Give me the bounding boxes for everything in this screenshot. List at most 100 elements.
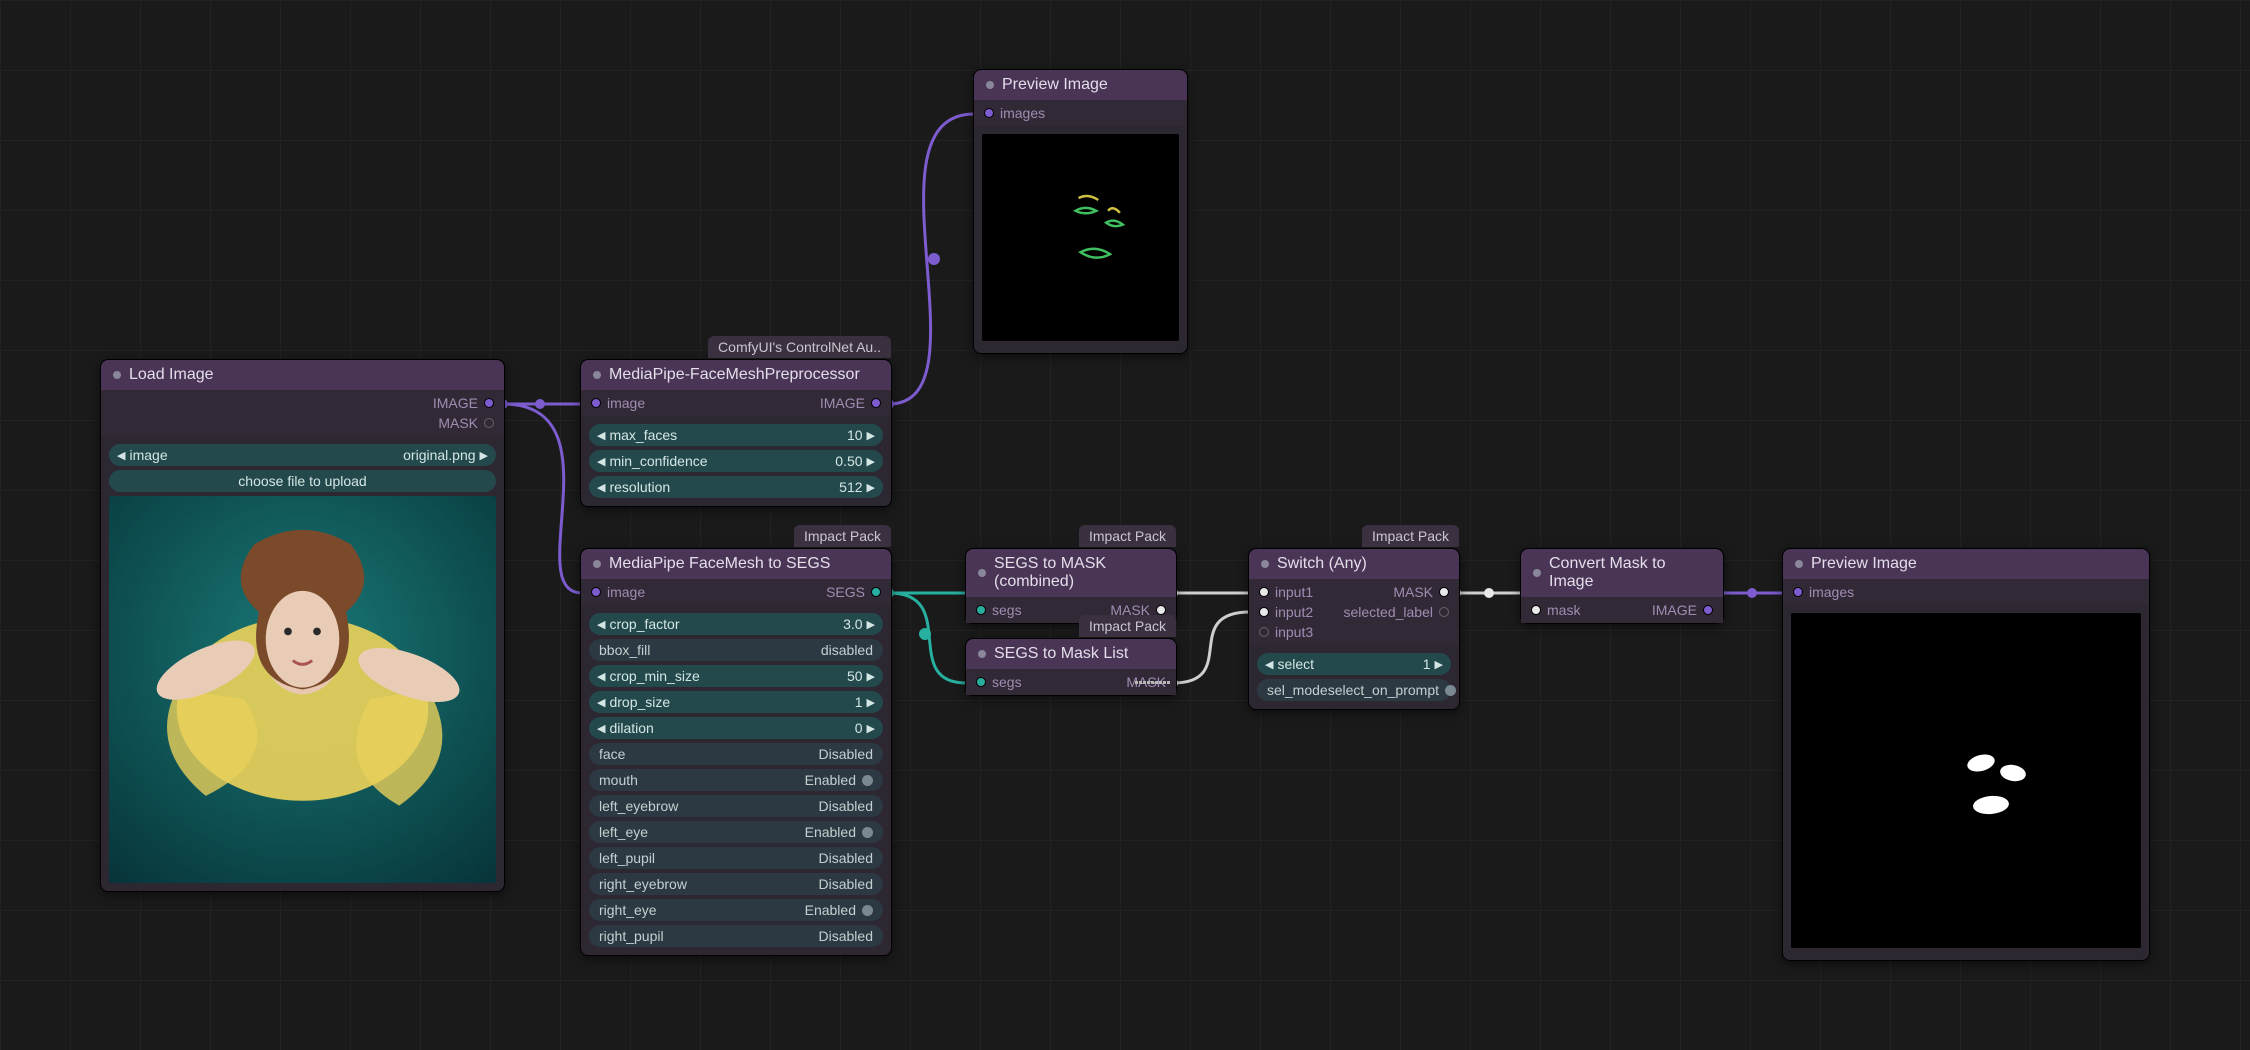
node-preview-image-right[interactable]: Preview Image images bbox=[1782, 548, 2150, 961]
output-port-mask[interactable] bbox=[1439, 587, 1449, 597]
chevron-right-icon[interactable]: ▶ bbox=[867, 722, 875, 735]
node-badge: Impact Pack bbox=[1079, 615, 1176, 637]
chevron-left-icon[interactable]: ◀ bbox=[597, 696, 605, 709]
node-segs-to-mask-list[interactable]: Impact Pack SEGS to Mask List segs MASK bbox=[965, 638, 1177, 696]
port-label: image bbox=[607, 584, 645, 600]
upload-button[interactable]: choose file to upload bbox=[109, 470, 496, 492]
param-value: original.png bbox=[403, 447, 475, 463]
chevron-left-icon[interactable]: ◀ bbox=[597, 670, 605, 683]
chevron-right-icon[interactable]: ▶ bbox=[867, 481, 875, 494]
node-graph-canvas[interactable]: Load Image IMAGE MASK ◀ image original.p… bbox=[0, 0, 2250, 1050]
node-load-image[interactable]: Load Image IMAGE MASK ◀ image original.p… bbox=[100, 359, 505, 892]
node-badge: Impact Pack bbox=[1362, 525, 1459, 547]
param-bbox-fill[interactable]: bbox_filldisabled bbox=[589, 639, 883, 661]
output-port-image[interactable] bbox=[871, 398, 881, 408]
port-label: mask bbox=[1547, 602, 1580, 618]
param-max-faces[interactable]: ◀max_faces10▶ bbox=[589, 424, 883, 446]
node-title[interactable]: Convert Mask to Image bbox=[1521, 549, 1723, 597]
chevron-right-icon[interactable]: ▶ bbox=[1435, 658, 1443, 671]
chevron-left-icon[interactable]: ◀ bbox=[597, 429, 605, 442]
node-facemesh-preprocessor[interactable]: ComfyUI's ControlNet Au.. MediaPipe-Face… bbox=[580, 359, 892, 507]
input-port-mask[interactable] bbox=[1531, 605, 1541, 615]
node-preview-image-top[interactable]: Preview Image images bbox=[973, 69, 1188, 354]
chevron-left-icon[interactable]: ◀ bbox=[597, 481, 605, 494]
toggle-right-eye[interactable]: right_eyeEnabled bbox=[589, 899, 883, 921]
toggle-face[interactable]: faceDisabled bbox=[589, 743, 883, 765]
input-port-images[interactable] bbox=[1793, 587, 1803, 597]
port-label: input3 bbox=[1275, 624, 1313, 640]
input-port-input1[interactable] bbox=[1259, 587, 1269, 597]
node-title[interactable]: SEGS to MASK (combined) bbox=[966, 549, 1176, 597]
node-title[interactable]: Preview Image bbox=[1783, 549, 2149, 579]
output-port-mask[interactable] bbox=[1156, 605, 1166, 615]
node-facemesh-to-segs[interactable]: Impact Pack MediaPipe FaceMesh to SEGS i… bbox=[580, 548, 892, 956]
param-value: select_on_prompt bbox=[1328, 682, 1439, 698]
output-port-mask-multi[interactable] bbox=[1135, 681, 1170, 684]
param-select[interactable]: ◀select1▶ bbox=[1257, 653, 1451, 675]
param-label: mouth bbox=[599, 772, 638, 788]
chevron-right-icon[interactable]: ▶ bbox=[867, 429, 875, 442]
node-title[interactable]: SEGS to Mask List bbox=[966, 639, 1176, 669]
param-image-select[interactable]: ◀ image original.png ▶ bbox=[109, 444, 496, 466]
param-sel-mode[interactable]: sel_modeselect_on_prompt bbox=[1257, 679, 1451, 701]
input-port-images[interactable] bbox=[984, 108, 994, 118]
port-label: input2 bbox=[1275, 604, 1313, 620]
toggle-indicator bbox=[862, 827, 873, 838]
node-segs-to-mask-combined[interactable]: Impact Pack SEGS to MASK (combined) segs… bbox=[965, 548, 1177, 624]
output-port-image[interactable] bbox=[484, 398, 494, 408]
param-label: image bbox=[129, 447, 167, 463]
chevron-right-icon[interactable]: ▶ bbox=[867, 618, 875, 631]
param-value: Disabled bbox=[819, 928, 873, 944]
chevron-right-icon[interactable]: ▶ bbox=[867, 455, 875, 468]
param-crop-min-size[interactable]: ◀crop_min_size50▶ bbox=[589, 665, 883, 687]
node-switch-any[interactable]: Impact Pack Switch (Any) input1 MASK inp… bbox=[1248, 548, 1460, 710]
toggle-right-pupil[interactable]: right_pupilDisabled bbox=[589, 925, 883, 947]
input-port-segs[interactable] bbox=[976, 677, 986, 687]
output-port-selected-label[interactable] bbox=[1439, 607, 1449, 617]
param-label: resolution bbox=[609, 479, 670, 495]
param-min-confidence[interactable]: ◀min_confidence0.50▶ bbox=[589, 450, 883, 472]
chevron-left-icon[interactable]: ◀ bbox=[1265, 658, 1273, 671]
toggle-left-pupil[interactable]: left_pupilDisabled bbox=[589, 847, 883, 869]
node-title[interactable]: Switch (Any) bbox=[1249, 549, 1459, 579]
port-label: MASK bbox=[1393, 584, 1433, 600]
chevron-left-icon[interactable]: ◀ bbox=[597, 455, 605, 468]
preview-mask bbox=[1791, 613, 2141, 948]
param-label: left_eye bbox=[599, 824, 648, 840]
node-title[interactable]: MediaPipe FaceMesh to SEGS bbox=[581, 549, 891, 579]
node-title[interactable]: MediaPipe-FaceMeshPreprocessor bbox=[581, 360, 891, 390]
toggle-right-eyebrow[interactable]: right_eyebrowDisabled bbox=[589, 873, 883, 895]
input-port-segs[interactable] bbox=[976, 605, 986, 615]
node-title[interactable]: Preview Image bbox=[974, 70, 1187, 100]
toggle-mouth[interactable]: mouthEnabled bbox=[589, 769, 883, 791]
input-port-input2[interactable] bbox=[1259, 607, 1269, 617]
input-port-image[interactable] bbox=[591, 587, 601, 597]
chevron-right-icon[interactable]: ▶ bbox=[867, 670, 875, 683]
chevron-left-icon[interactable]: ◀ bbox=[597, 722, 605, 735]
output-port-segs[interactable] bbox=[871, 587, 881, 597]
param-crop-factor[interactable]: ◀crop_factor3.0▶ bbox=[589, 613, 883, 635]
input-port-input3[interactable] bbox=[1259, 627, 1269, 637]
input-port-image[interactable] bbox=[591, 398, 601, 408]
param-label: bbox_fill bbox=[599, 642, 650, 658]
toggle-left-eye[interactable]: left_eyeEnabled bbox=[589, 821, 883, 843]
chevron-right-icon[interactable]: ▶ bbox=[867, 696, 875, 709]
port-label: selected_label bbox=[1343, 604, 1433, 620]
param-label: right_eyebrow bbox=[599, 876, 687, 892]
node-title[interactable]: Load Image bbox=[101, 360, 504, 390]
param-label: dilation bbox=[609, 720, 653, 736]
chevron-right-icon[interactable]: ▶ bbox=[480, 449, 488, 462]
port-label: IMAGE bbox=[433, 395, 478, 411]
output-port-image[interactable] bbox=[1703, 605, 1713, 615]
param-value: Enabled bbox=[805, 902, 856, 918]
node-convert-mask-to-image[interactable]: Convert Mask to Image mask IMAGE bbox=[1520, 548, 1724, 624]
chevron-left-icon[interactable]: ◀ bbox=[597, 618, 605, 631]
chevron-left-icon[interactable]: ◀ bbox=[117, 449, 125, 462]
param-dilation[interactable]: ◀dilation0▶ bbox=[589, 717, 883, 739]
toggle-left-eyebrow[interactable]: left_eyebrowDisabled bbox=[589, 795, 883, 817]
param-drop-size[interactable]: ◀drop_size1▶ bbox=[589, 691, 883, 713]
param-value: 1 bbox=[855, 694, 863, 710]
output-port-mask[interactable] bbox=[484, 418, 494, 428]
param-resolution[interactable]: ◀resolution512▶ bbox=[589, 476, 883, 498]
port-label: image bbox=[607, 395, 645, 411]
